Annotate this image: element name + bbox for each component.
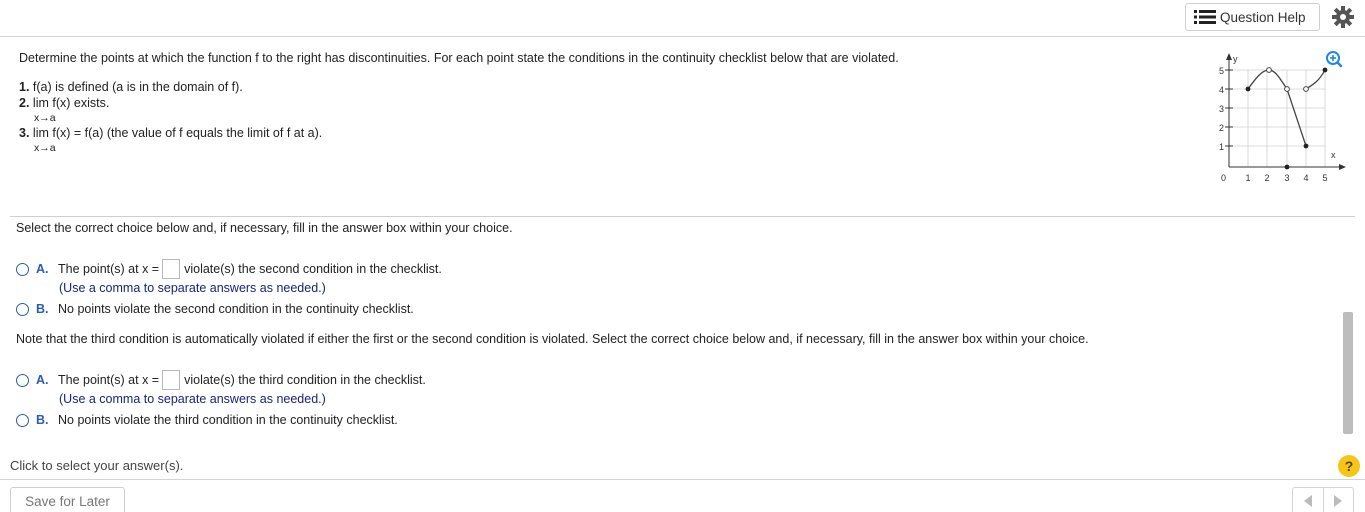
question-help-button[interactable]: Question Help: [1185, 3, 1320, 31]
checklist-item-2-sub: x→a: [34, 112, 56, 124]
problem-prompt: Determine the points at which the functi…: [19, 51, 899, 65]
y-tick-label: 2: [1219, 123, 1224, 133]
closed-point: [1245, 86, 1251, 92]
part1-choice-b[interactable]: B. No points violate the second conditio…: [16, 299, 414, 319]
x-axis-label: x: [1331, 150, 1336, 160]
section-divider: [10, 216, 1355, 217]
x-tick-label: 5: [1322, 173, 1327, 183]
x-tick-label: 3: [1284, 173, 1289, 183]
y-tick-label: 5: [1219, 66, 1224, 76]
open-point: [1266, 67, 1272, 73]
part2-instruction: Note that the third condition is automat…: [16, 332, 1089, 346]
checklist-item-3-sub: x→a: [34, 142, 56, 154]
choice-a-text-pre: The point(s) at x =: [58, 262, 160, 276]
origin-label: 0: [1221, 173, 1226, 183]
part1-instruction: Select the correct choice below and, if …: [16, 221, 513, 235]
x-tick-label: 2: [1264, 173, 1269, 183]
function-curve: [1305, 69, 1326, 90]
list-icon: [1194, 10, 1216, 24]
save-for-later-button[interactable]: Save for Later: [10, 487, 125, 512]
choice-a-text-post: violate(s) the second condition in the c…: [184, 262, 442, 276]
choice-a-text-pre: The point(s) at x =: [58, 373, 160, 387]
function-graph: y x 0 1 2 3 4 5 1 2 3 4 5: [1219, 51, 1346, 183]
status-text: Click to select your answer(s).: [10, 458, 184, 473]
choice-b-text: No points violate the third condition in…: [58, 413, 398, 427]
x-tick-label: 1: [1245, 173, 1250, 183]
function-curve: [1247, 69, 1288, 90]
checklist-item-2: 2. lim f(x) exists.: [19, 96, 110, 110]
x-tick-label: 4: [1303, 173, 1308, 183]
part2-choice-a[interactable]: A. The point(s) at x = violate(s) the th…: [16, 370, 426, 390]
function-curve: [1286, 88, 1307, 147]
closed-point: [1284, 164, 1290, 170]
y-axis-label: y: [1233, 54, 1238, 64]
choice-a-hint: (Use a comma to separate answers as need…: [59, 392, 326, 406]
top-bar: Question Help: [0, 0, 1365, 37]
triangle-left-icon: [1303, 495, 1312, 507]
radio-button[interactable]: [16, 413, 29, 427]
triangle-right-icon: [1334, 495, 1343, 507]
radio-button[interactable]: [16, 373, 29, 387]
open-point: [1303, 86, 1309, 92]
choice-letter: B.: [36, 413, 49, 427]
question-nav: [1292, 487, 1354, 512]
choice-letter: A.: [36, 373, 49, 387]
radio-button[interactable]: [16, 262, 29, 276]
checklist-item-1: 1. f(a) is defined (a is in the domain o…: [19, 80, 243, 94]
closed-point: [1322, 67, 1328, 73]
choice-letter: B.: [36, 302, 49, 316]
previous-button[interactable]: [1293, 488, 1324, 512]
choice-a-hint: (Use a comma to separate answers as need…: [59, 281, 326, 295]
help-icon[interactable]: ?: [1338, 455, 1360, 477]
choice-letter: A.: [36, 262, 49, 276]
gear-icon[interactable]: [1331, 5, 1355, 29]
checklist-item-3: 3. lim f(x) = f(a) (the value of f equal…: [19, 126, 323, 140]
part1-choice-a[interactable]: A. The point(s) at x = violate(s) the se…: [16, 259, 442, 279]
zoom-in-icon[interactable]: [1326, 51, 1343, 68]
choice-a-text-post: violate(s) the third condition in the ch…: [184, 373, 426, 387]
radio-button[interactable]: [16, 302, 29, 316]
closed-point: [1303, 143, 1309, 149]
scrollbar-thumb[interactable]: [1343, 312, 1353, 434]
footer-divider: [0, 479, 1365, 480]
y-tick-label: 1: [1219, 142, 1224, 152]
answer-input[interactable]: [162, 259, 181, 279]
part2-choice-b[interactable]: B. No points violate the third condition…: [16, 410, 398, 430]
choice-b-text: No points violate the second condition i…: [58, 302, 414, 316]
next-button[interactable]: [1324, 488, 1354, 512]
y-tick-label: 3: [1219, 104, 1224, 114]
open-point: [1284, 86, 1290, 92]
question-help-label: Question Help: [1220, 9, 1306, 25]
y-tick-label: 4: [1219, 85, 1224, 95]
answer-input[interactable]: [162, 370, 181, 390]
